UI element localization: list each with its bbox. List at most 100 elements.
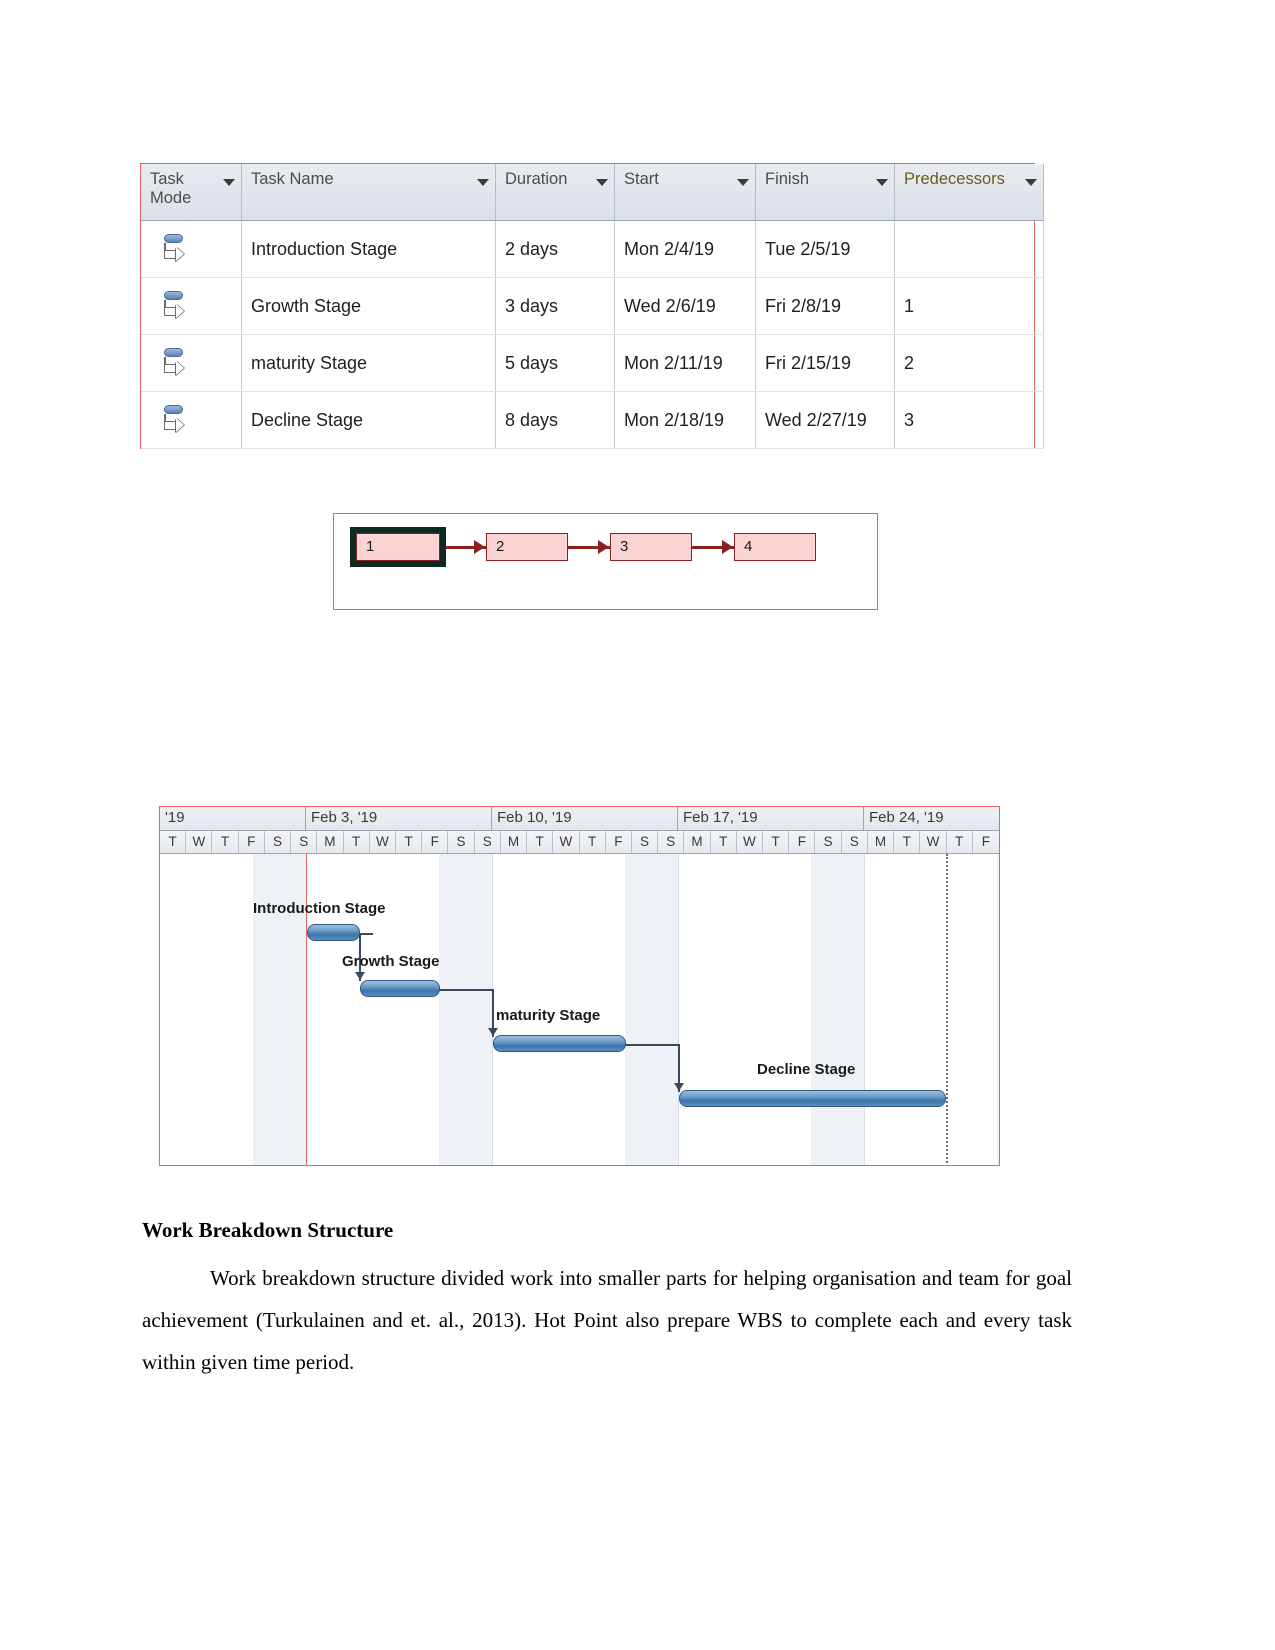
gantt-bar-label-2: maturity Stage — [496, 1007, 601, 1024]
finish-cell[interactable]: Tue 2/5/19 — [755, 220, 895, 278]
table-row[interactable]: maturity Stage 5 days Mon 2/11/19 Fri 2/… — [141, 334, 1044, 392]
network-arrow-2-3-icon — [598, 540, 609, 554]
gantt-link-arrow-icon — [355, 972, 365, 980]
network-node-4[interactable]: 4 — [734, 533, 816, 561]
table-header-row: Task Mode Task Name Duration Start Finis… — [141, 164, 1044, 221]
gantt-week-0: '19 — [160, 807, 306, 830]
filter-dropdown-icon[interactable] — [737, 179, 749, 186]
gantt-day-19: S — [658, 831, 685, 853]
gantt-link-segment — [359, 933, 373, 935]
week-divider — [678, 854, 679, 1165]
gantt-day-9: T — [396, 831, 423, 853]
gantt-week-header: '19 Feb 3, '19 Feb 10, '19 Feb 17, '19 F… — [160, 807, 999, 831]
start-cell[interactable]: Wed 2/6/19 — [614, 277, 756, 335]
gantt-day-24: F — [789, 831, 816, 853]
task-mode-cell[interactable] — [141, 220, 242, 278]
column-header-duration[interactable]: Duration — [495, 164, 615, 221]
duration-cell[interactable]: 3 days — [495, 277, 615, 335]
task-name-cell[interactable]: Decline Stage — [241, 391, 496, 449]
finish-cell[interactable]: Wed 2/27/19 — [755, 391, 895, 449]
gantt-day-10: F — [422, 831, 449, 853]
start-cell[interactable]: Mon 2/4/19 — [614, 220, 756, 278]
weekend-band — [439, 854, 492, 1165]
filter-dropdown-icon[interactable] — [223, 179, 235, 186]
gantt-day-21: T — [711, 831, 737, 853]
column-header-duration-label: Duration — [505, 170, 568, 188]
task-name-cell[interactable]: Introduction Stage — [241, 220, 496, 278]
gantt-link-segment — [625, 1044, 679, 1046]
gantt-day-8: W — [370, 831, 396, 853]
project-task-table[interactable]: Task Mode Task Name Duration Start Finis… — [140, 163, 1044, 449]
manual-schedule-icon — [162, 234, 188, 264]
gantt-link-segment — [439, 989, 493, 991]
gantt-day-7: T — [344, 831, 370, 853]
column-header-predecessors[interactable]: Predecessors — [894, 164, 1044, 221]
task-table-body: Introduction Stage 2 days Mon 2/4/19 Tue… — [141, 220, 1044, 449]
task-name-cell[interactable]: maturity Stage — [241, 334, 496, 392]
gantt-day-18: S — [632, 831, 659, 853]
task-name-cell[interactable]: Growth Stage — [241, 277, 496, 335]
filter-dropdown-icon[interactable] — [1025, 179, 1037, 186]
duration-cell[interactable]: 2 days — [495, 220, 615, 278]
table-row[interactable]: Growth Stage 3 days Wed 2/6/19 Fri 2/8/1… — [141, 277, 1044, 335]
duration-cell[interactable]: 5 days — [495, 334, 615, 392]
predecessors-cell[interactable]: 3 — [894, 391, 1044, 449]
gantt-day-14: T — [527, 831, 554, 853]
gantt-day-5: S — [291, 831, 318, 853]
gantt-bar-label-0: Introduction Stage — [253, 900, 386, 917]
filter-dropdown-icon[interactable] — [596, 179, 608, 186]
task-mode-cell[interactable] — [141, 277, 242, 335]
gantt-day-3: F — [239, 831, 265, 853]
gantt-day-20: M — [684, 831, 711, 853]
gantt-day-16: T — [580, 831, 606, 853]
column-header-task-name[interactable]: Task Name — [241, 164, 496, 221]
network-node-3[interactable]: 3 — [610, 533, 692, 561]
gantt-bar-decline-stage[interactable] — [679, 1090, 946, 1107]
network-diagram[interactable]: 1 2 3 4 — [333, 513, 878, 610]
column-header-task-name-label: Task Name — [251, 170, 334, 188]
task-mode-cell[interactable] — [141, 391, 242, 449]
column-header-start[interactable]: Start — [614, 164, 756, 221]
weekend-band — [625, 854, 678, 1165]
filter-dropdown-icon[interactable] — [477, 179, 489, 186]
duration-cell[interactable]: 8 days — [495, 391, 615, 449]
gantt-day-11: S — [448, 831, 475, 853]
finish-cell[interactable]: Fri 2/15/19 — [755, 334, 895, 392]
task-mode-cell[interactable] — [141, 334, 242, 392]
start-cell[interactable]: Mon 2/11/19 — [614, 334, 756, 392]
gantt-day-4: S — [265, 831, 292, 853]
gantt-day-27: M — [868, 831, 895, 853]
gantt-day-26: S — [842, 831, 868, 853]
gantt-day-15: W — [553, 831, 580, 853]
gantt-day-13: M — [501, 831, 528, 853]
gantt-bar-maturity-stage[interactable] — [493, 1035, 626, 1052]
gantt-bar-introduction-stage[interactable] — [307, 924, 360, 941]
column-header-finish[interactable]: Finish — [755, 164, 895, 221]
gantt-bar-growth-stage[interactable] — [360, 980, 440, 997]
document-text-block: Work Breakdown Structure Work breakdown … — [142, 1218, 1072, 1383]
gantt-day-23: T — [763, 831, 790, 853]
predecessors-cell[interactable]: 2 — [894, 334, 1044, 392]
gantt-day-1: W — [186, 831, 213, 853]
finish-cell[interactable]: Fri 2/8/19 — [755, 277, 895, 335]
gantt-week-3: Feb 17, '19 — [678, 807, 864, 830]
gantt-chart[interactable]: '19 Feb 3, '19 Feb 10, '19 Feb 17, '19 F… — [159, 806, 1000, 1166]
start-cell[interactable]: Mon 2/18/19 — [614, 391, 756, 449]
network-node-2[interactable]: 2 — [486, 533, 568, 561]
column-header-finish-label: Finish — [765, 170, 810, 188]
network-node-1[interactable]: 1 — [350, 527, 446, 567]
table-row[interactable]: Decline Stage 8 days Mon 2/18/19 Wed 2/2… — [141, 391, 1044, 449]
gantt-plot-area[interactable]: Introduction Stage Growth Stage maturity… — [160, 854, 999, 1165]
column-header-start-label: Start — [624, 170, 659, 188]
predecessors-cell[interactable] — [894, 220, 1044, 278]
gantt-day-0: T — [160, 831, 187, 853]
predecessors-cell[interactable]: 1 — [894, 277, 1044, 335]
page-title: Work Breakdown Structure — [142, 1218, 394, 1242]
filter-dropdown-icon[interactable] — [876, 179, 888, 186]
column-header-task-mode[interactable]: Task Mode — [141, 164, 242, 221]
table-row[interactable]: Introduction Stage 2 days Mon 2/4/19 Tue… — [141, 220, 1044, 278]
gantt-day-12: S — [475, 831, 501, 853]
manual-schedule-icon — [162, 405, 188, 435]
gantt-day-28: T — [894, 831, 921, 853]
gantt-day-6: M — [317, 831, 344, 853]
